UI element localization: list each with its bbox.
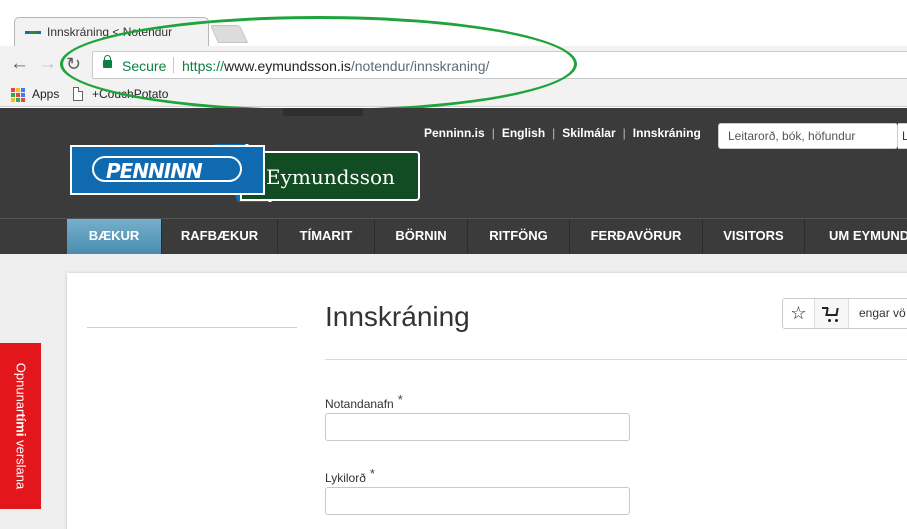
forward-arrow-icon[interactable]: → bbox=[38, 54, 57, 74]
password-label-text: Lykilorð bbox=[325, 471, 366, 485]
address-bar[interactable]: Secure https://www.eymundsson.is/notendu… bbox=[92, 51, 907, 79]
nav-ferdavorur[interactable]: FERÐAVÖRUR bbox=[570, 219, 703, 255]
site-header: Penninn.is | English | Skilmálar | Innskráning… bbox=[0, 108, 907, 218]
site-favicon-icon bbox=[25, 31, 41, 34]
browser-tabstrip: Innskráning < Notendur bbox=[0, 0, 907, 47]
nav-rafbaekur[interactable]: RAFBÆKUR bbox=[162, 219, 278, 255]
password-input[interactable] bbox=[325, 487, 630, 515]
main-navigation: BÆKUR RAFBÆKUR TÍMARIT BÖRNIN RITFÖNG FE… bbox=[0, 218, 907, 255]
top-link-separator: | bbox=[552, 126, 556, 140]
browser-tab-active[interactable]: Innskráning < Notendur bbox=[14, 17, 209, 47]
opening-hours-text-1: Opnunar bbox=[13, 362, 28, 414]
cart-status-label[interactable]: engar vö bbox=[859, 306, 906, 320]
new-tab-button[interactable] bbox=[209, 25, 249, 43]
nav-baekur[interactable]: BÆKUR bbox=[67, 219, 162, 255]
required-marker: * bbox=[369, 466, 375, 481]
eymundsson-logo-text: Eymundsson bbox=[266, 165, 395, 189]
link-english[interactable]: English bbox=[502, 126, 545, 140]
title-divider bbox=[325, 359, 907, 360]
nav-timarit[interactable]: TÍMARIT bbox=[278, 219, 375, 255]
penninn-logo[interactable]: PENNINN bbox=[70, 145, 265, 195]
lock-icon bbox=[103, 55, 112, 68]
top-link-separator: | bbox=[622, 126, 626, 140]
apps-grid-icon[interactable] bbox=[11, 88, 25, 102]
secure-label: Secure bbox=[122, 58, 167, 74]
reload-icon[interactable]: ↻ bbox=[66, 54, 81, 74]
link-skilmalar[interactable]: Skilmálar bbox=[562, 126, 615, 140]
username-label: Notandanafn * bbox=[325, 392, 403, 411]
nav-bornin[interactable]: BÖRNIN bbox=[375, 219, 468, 255]
eymundsson-logo[interactable]: Eymundsson bbox=[240, 151, 420, 201]
search-button[interactable]: L bbox=[898, 123, 907, 149]
opening-hours-label: Opnunartími verslana bbox=[13, 363, 28, 489]
url-text: https://www.eymundsson.is/notendur/innsk… bbox=[182, 58, 489, 74]
cart-widget: ☆ engar vö bbox=[782, 298, 907, 329]
nav-ritfong[interactable]: RITFÖNG bbox=[468, 219, 570, 255]
opening-hours-tab[interactable]: Opnunartími verslana bbox=[0, 343, 41, 509]
star-icon[interactable]: ☆ bbox=[783, 299, 815, 328]
link-innskraning[interactable]: Innskráning bbox=[633, 126, 701, 140]
penninn-logo-text: PENNINN bbox=[106, 159, 203, 183]
link-penninn[interactable]: Penninn.is bbox=[424, 126, 485, 140]
bookmarks-bar: Apps +CouchPotato bbox=[0, 84, 907, 107]
username-input[interactable] bbox=[325, 413, 630, 441]
page-title: Innskráning bbox=[325, 301, 470, 332]
bookmark-apps[interactable]: Apps bbox=[32, 87, 59, 101]
nav-visitors[interactable]: VISITORS bbox=[703, 219, 805, 255]
shopping-cart-icon[interactable] bbox=[815, 299, 849, 328]
tab-title: Innskráning < Notendur bbox=[47, 25, 173, 39]
url-path: /notendur/innskraning/ bbox=[350, 58, 490, 74]
top-links: Penninn.is | English | Skilmálar | Innskráning bbox=[424, 126, 701, 140]
opening-hours-text-bold: tími bbox=[13, 413, 28, 437]
username-label-text: Notandanafn bbox=[325, 397, 394, 411]
document-icon bbox=[73, 87, 83, 101]
sidebar-divider bbox=[87, 327, 297, 328]
top-link-separator: | bbox=[491, 126, 495, 140]
site-search bbox=[718, 123, 898, 149]
required-marker: * bbox=[397, 392, 403, 407]
address-bar-divider bbox=[173, 57, 174, 73]
nav-um-eymundsson[interactable]: UM EYMUNDS bbox=[805, 219, 907, 255]
search-input[interactable] bbox=[719, 124, 889, 148]
url-host: www.eymundsson.is bbox=[224, 58, 351, 74]
url-protocol: https:// bbox=[182, 58, 225, 74]
bookmark-couchpotato[interactable]: +CouchPotato bbox=[92, 87, 168, 101]
password-label: Lykilorð * bbox=[325, 466, 375, 485]
browser-toolbar: ← → ↻ Secure https://www.eymundsson.is/n… bbox=[0, 46, 907, 84]
opening-hours-text-2: verslana bbox=[13, 436, 28, 490]
header-notch bbox=[283, 108, 363, 116]
back-arrow-icon[interactable]: ← bbox=[10, 54, 29, 74]
